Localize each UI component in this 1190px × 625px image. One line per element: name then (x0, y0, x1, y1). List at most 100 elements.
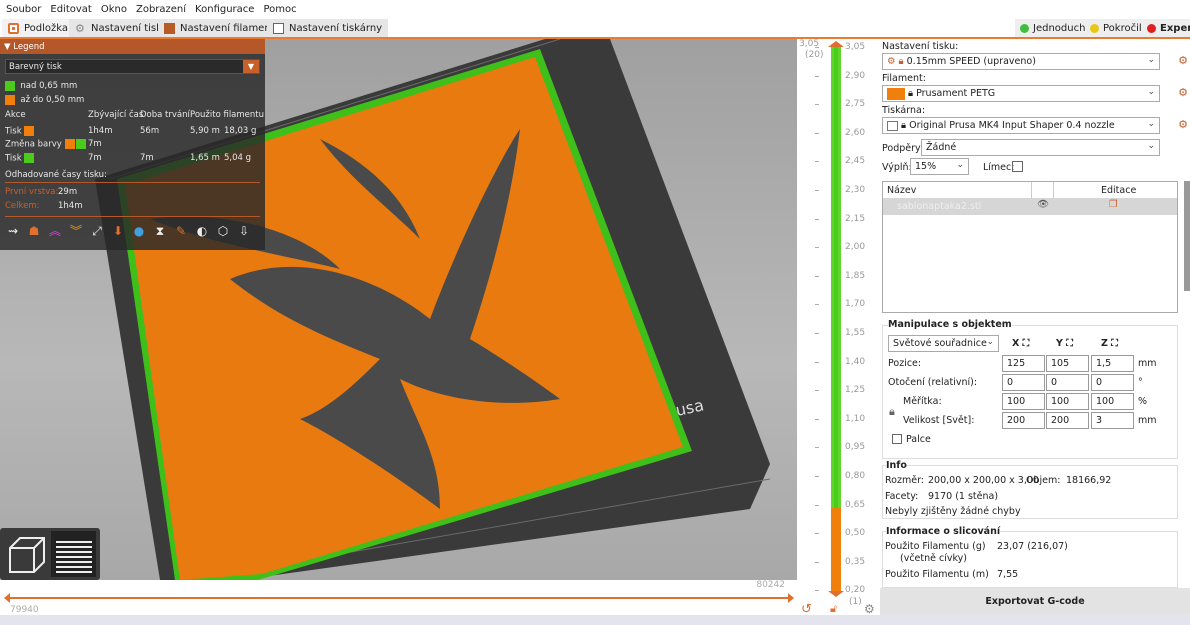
layer-tick-mark (815, 418, 819, 420)
wipe-icon[interactable]: ☗ (25, 222, 43, 240)
left-thumb[interactable] (4, 593, 10, 603)
print-settings-gear-icon[interactable]: ⚙ (1178, 54, 1188, 67)
info-title: Info (886, 460, 907, 471)
manip-input-z[interactable]: 100 (1091, 393, 1134, 410)
menu-soubor[interactable]: Soubor (6, 4, 41, 15)
coordinates-combo[interactable]: Světové souřadnice ⌄ (888, 335, 999, 352)
layer-tick-mark (815, 333, 819, 334)
manip-unit: mm (1138, 358, 1157, 369)
3d-view-button[interactable] (3, 531, 48, 577)
deretractions-icon[interactable]: ︾ (67, 222, 85, 240)
layer-tick-mark (815, 75, 819, 77)
manip-row-label: Otočení (relativní): (888, 377, 978, 388)
preview-button[interactable] (51, 531, 96, 577)
size-label: Rozměr: (885, 475, 925, 486)
manip-input-x[interactable]: 100 (1002, 393, 1045, 410)
color-change-icon[interactable]: ● (130, 222, 148, 240)
scale-lock-icon[interactable]: 🔒︎ (889, 405, 895, 419)
manip-input-y[interactable]: 200 (1046, 412, 1089, 429)
manip-row-label: Měřítka: (903, 396, 942, 407)
print-settings-combo[interactable]: ⚙ 🔒︎ 0.15mm SPEED (upraveno) ⌄ (882, 53, 1160, 70)
right-thumb[interactable] (788, 593, 794, 603)
travel-icon[interactable]: ⇝ (4, 222, 22, 240)
row-length: 5,90 m (190, 126, 220, 136)
object-row[interactable]: sablonaptaka2.stl 👁︎ ❐ (883, 198, 1177, 215)
volume-value: 18166,92 (1066, 475, 1112, 486)
eye-icon[interactable]: 👁︎ (1037, 199, 1049, 210)
right-sidebar: Nastavení tisku: ⚙ 🔒︎ 0.15mm SPEED (upra… (880, 39, 1190, 615)
row-action: Tisk (5, 126, 35, 137)
layer-tick-label: 0,95 (845, 442, 866, 453)
manip-input-z[interactable]: 1,5 (1091, 355, 1134, 372)
manip-input-x[interactable]: 125 (1002, 355, 1045, 372)
settings-gear-icon[interactable]: ⚙ (864, 602, 875, 616)
tab-podlozka[interactable]: Podložka (2, 19, 75, 37)
infill-combo[interactable]: 15% ⌄ (910, 158, 969, 175)
filament-gear-icon[interactable]: ⚙ (1178, 86, 1188, 99)
manip-input-z[interactable]: 0 (1091, 374, 1134, 391)
upper-thumb[interactable] (828, 41, 844, 47)
layer-tick-label: 0,35 (845, 556, 866, 567)
seams-icon[interactable]: ⤢ (88, 222, 106, 240)
right-value-label: 80242 (756, 580, 785, 590)
menu-editovat[interactable]: Editovat (50, 4, 91, 15)
tool-marker-icon[interactable]: ⇩ (235, 222, 253, 240)
dropdown-arrow-icon: ▼ (243, 60, 259, 73)
header-duration: Doba trvání (140, 110, 190, 120)
filament-g-label: Použito Filamentu (g) (885, 541, 986, 552)
advanced-dot-icon (1090, 23, 1099, 33)
manip-input-z[interactable]: 3 (1091, 412, 1134, 429)
inches-checkbox[interactable] (892, 434, 902, 444)
combo-value: 0.15mm SPEED (upraveno) (906, 56, 1036, 67)
layer-tick-label: 0,80 (845, 471, 866, 481)
edit-icon[interactable]: ❐ (1109, 199, 1118, 210)
manip-input-y[interactable]: 0 (1046, 374, 1089, 391)
menu-okno[interactable]: Okno (101, 4, 127, 15)
filament-combo[interactable]: 🔒︎ Prusament PETG ⌄ (882, 85, 1160, 102)
filament-g-value: 23,07 (216,07) (997, 541, 1068, 552)
center-of-gravity-icon[interactable]: ◐ (193, 222, 211, 240)
layer-tick-mark (815, 218, 819, 220)
brim-checkbox[interactable] (1012, 161, 1023, 172)
unlock-icon[interactable]: 🔓︎ (830, 602, 837, 616)
supports-label: Podpěry: (882, 143, 924, 154)
menu-pomoc[interactable]: Pomoc (263, 4, 296, 15)
menu-konfigurace[interactable]: Konfigurace (195, 4, 254, 15)
chevron-down-icon: ⌄ (956, 160, 964, 170)
view-type-select[interactable]: Barevný tisk ▼ (5, 59, 260, 74)
export-gcode-button[interactable]: Exportovat G-code (880, 588, 1190, 615)
size-value: 200,00 x 200,00 x 3,00 (928, 475, 1039, 486)
menu-bar: Soubor Editovat Okno Zobrazení Konfigura… (0, 0, 1190, 18)
menu-zobrazeni[interactable]: Zobrazení (136, 4, 186, 15)
tab-nastaveni-tiskarny[interactable]: Nastavení tiskárny (267, 19, 389, 37)
manip-input-x[interactable]: 0 (1002, 374, 1045, 391)
pause-icon[interactable]: ⧗ (151, 222, 169, 240)
manip-input-y[interactable]: 105 (1046, 355, 1089, 372)
layer-slider[interactable]: 3,05 (20) 3,05 2,90 2,75 2,60 2,45 2,30 2,15 2,… (797, 39, 880, 617)
scrollbar[interactable] (1184, 181, 1190, 291)
tool-change-icon[interactable]: ⬇ (109, 222, 127, 240)
retractions-icon[interactable]: ︽ (46, 222, 64, 240)
supports-combo[interactable]: Žádné ⌄ (921, 139, 1160, 156)
legend-header[interactable]: ▼ Legend (0, 39, 265, 54)
combo-value: Original Prusa MK4 Input Shaper 0.4 nozz… (909, 120, 1115, 131)
mode-expert[interactable]: Expert (1142, 19, 1190, 37)
green-swatch (5, 81, 15, 91)
printer-gear-icon[interactable]: ⚙ (1178, 118, 1188, 131)
filament-label: Filament: (882, 73, 926, 84)
manip-unit: mm (1138, 415, 1157, 426)
manip-input-x[interactable]: 200 (1002, 412, 1045, 429)
move-slider[interactable]: 80242 79940 (0, 580, 797, 615)
layer-tick-mark (815, 132, 819, 134)
layers-icon (55, 541, 92, 573)
lower-thumb[interactable] (828, 591, 844, 597)
spool-icon (164, 22, 175, 34)
chevron-down-icon: ⌄ (1147, 119, 1155, 129)
manip-input-y[interactable]: 100 (1046, 393, 1089, 410)
printer-combo[interactable]: 🔒︎ Original Prusa MK4 Input Shaper 0.4 n… (882, 117, 1160, 134)
custom-gcode-icon[interactable]: ✎ (172, 222, 190, 240)
shells-icon[interactable]: ⬡ (214, 222, 232, 240)
axis-x: X ⛶ (1012, 338, 1030, 349)
manip-unit: % (1138, 396, 1148, 407)
layer-tick-mark (815, 447, 819, 449)
